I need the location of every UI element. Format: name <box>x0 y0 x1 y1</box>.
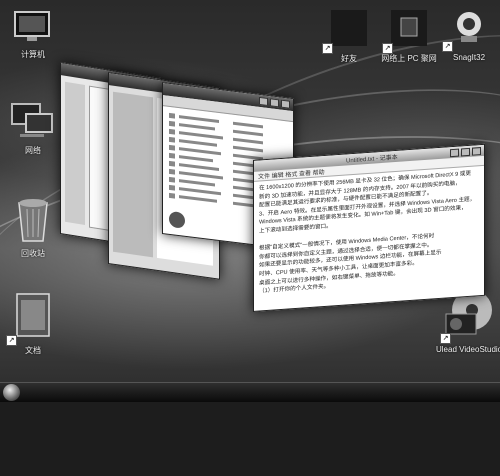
text-area[interactable]: 在 1600x1200 的分辨率下使用 256MB 显卡及 32 位色；确保 M… <box>254 166 484 300</box>
desktop-icon-snagit[interactable]: ↗ SnagIt32 <box>438 8 500 62</box>
desktop-icon-label: 网络 <box>25 146 41 155</box>
shortcut-arrow-icon: ↗ <box>322 43 333 54</box>
network-icon <box>11 103 53 137</box>
recycle-bin-icon <box>18 199 48 242</box>
taskbar <box>0 382 500 402</box>
desktop-icon-label: SnagIt32 <box>452 53 486 62</box>
computer-icon <box>14 11 50 41</box>
desktop-icon-label: 回收站 <box>21 249 45 258</box>
desktop-icon-label: 计算机 <box>21 50 45 59</box>
friend-icon <box>331 10 367 46</box>
desktop-icon-label: Ulead VideoStudio 10 <box>436 345 500 354</box>
shortcut-arrow-icon: ↗ <box>6 335 17 346</box>
close-button[interactable] <box>472 147 481 156</box>
desktop-icon-computer[interactable]: 计算机 <box>2 10 64 60</box>
snagit-icon <box>457 12 481 42</box>
desktop-icon-folder[interactable]: ↗ 文档 <box>2 290 64 356</box>
shortcut-arrow-icon: ↗ <box>442 41 453 52</box>
desktop-icon-network[interactable]: 网络 <box>2 100 64 156</box>
desktop-icon-label: 好友 <box>341 54 357 63</box>
shortcut-arrow-icon: ↗ <box>440 333 451 344</box>
desktop-icon-yield-pc[interactable]: ↗ 网络上 PC 聚网 <box>378 8 440 64</box>
folder-icon <box>16 293 50 337</box>
desktop-icon-recycle-bin[interactable]: 回收站 <box>2 195 64 259</box>
sidebar-pane <box>113 91 153 258</box>
desktop-icon-label: 网络上 PC 聚网 <box>381 54 437 63</box>
desktop-icon-label: 文档 <box>25 346 41 355</box>
shortcut-arrow-icon: ↗ <box>382 43 393 54</box>
minimize-button[interactable] <box>450 148 459 158</box>
app-icon <box>391 10 427 46</box>
maximize-button[interactable] <box>461 147 470 157</box>
desktop-icon-friend[interactable]: ↗ 好友 <box>318 8 380 64</box>
tool-palette <box>65 81 85 225</box>
start-button[interactable] <box>3 384 20 401</box>
notepad-window[interactable]: Untitled.txt - 记事本 文件 编辑 格式 查看 帮助 在 1600… <box>253 143 485 312</box>
